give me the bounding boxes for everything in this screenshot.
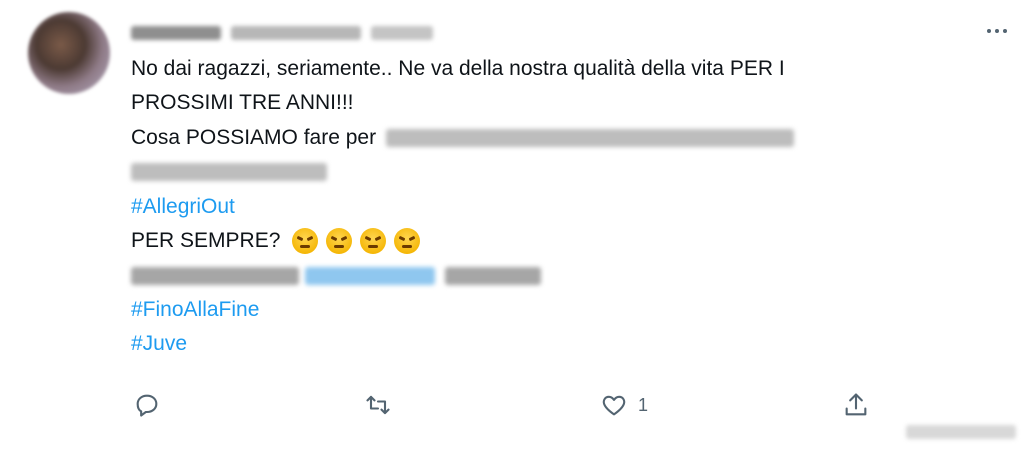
tweet-actions: 1 xyxy=(0,390,1024,420)
more-options-icon[interactable] xyxy=(984,26,1010,36)
tweet-line-7 xyxy=(131,258,991,292)
angry-face-icon xyxy=(394,228,421,255)
retweet-button[interactable] xyxy=(364,390,392,420)
heart-icon xyxy=(602,395,626,416)
tweet-line-8: #FinoAllaFine xyxy=(131,293,991,327)
tweet-line-3: Cosa POSSIAMO fare per xyxy=(131,121,991,155)
tweet-line-9: #Juve xyxy=(131,327,991,361)
hashtag-finoallafine[interactable]: #FinoAllaFine xyxy=(131,293,259,327)
redacted-handle[interactable] xyxy=(231,26,361,40)
like-count: 1 xyxy=(638,394,649,415)
tweet-header xyxy=(131,22,433,44)
redacted-text xyxy=(386,128,795,147)
reply-icon xyxy=(136,394,158,417)
tweet-line-2: PROSSIMI TRE ANNI!!! xyxy=(131,91,354,115)
redacted-mention[interactable] xyxy=(305,266,435,285)
redacted-text xyxy=(131,163,327,182)
like-button[interactable]: 1 xyxy=(600,390,648,420)
reply-button[interactable] xyxy=(133,390,161,420)
tweet-card[interactable]: No dai ragazzi, seriamente.. Ne va della… xyxy=(0,0,1024,449)
tweet-line-1: No dai ragazzi, seriamente.. Ne va della… xyxy=(131,57,785,80)
watermark xyxy=(906,425,1016,439)
hashtag-allegriout[interactable]: #AllegriOut xyxy=(131,190,235,224)
share-button[interactable] xyxy=(842,390,870,420)
redacted-text xyxy=(445,266,541,285)
tweet-line-4 xyxy=(131,155,991,189)
avatar[interactable] xyxy=(28,12,110,94)
tweet-line-6: PER SEMPRE? xyxy=(131,224,991,258)
tweet-line-5: #AllegriOut xyxy=(131,190,991,224)
redacted-display-name[interactable] xyxy=(131,26,221,40)
share-icon xyxy=(845,393,867,416)
redacted-date[interactable] xyxy=(371,26,433,40)
emoji-group xyxy=(288,228,421,255)
retweet-icon xyxy=(366,395,390,415)
tweet-line-6-text: PER SEMPRE? xyxy=(131,228,281,252)
angry-face-icon xyxy=(360,228,387,255)
angry-face-icon xyxy=(326,228,353,255)
hashtag-juve[interactable]: #Juve xyxy=(131,327,187,361)
tweet-body: No dai ragazzi, seriamente.. Ne va della… xyxy=(131,52,991,362)
redacted-text xyxy=(131,266,299,285)
tweet-line-3-text: Cosa POSSIAMO fare per xyxy=(131,125,377,149)
angry-face-icon xyxy=(292,228,319,255)
